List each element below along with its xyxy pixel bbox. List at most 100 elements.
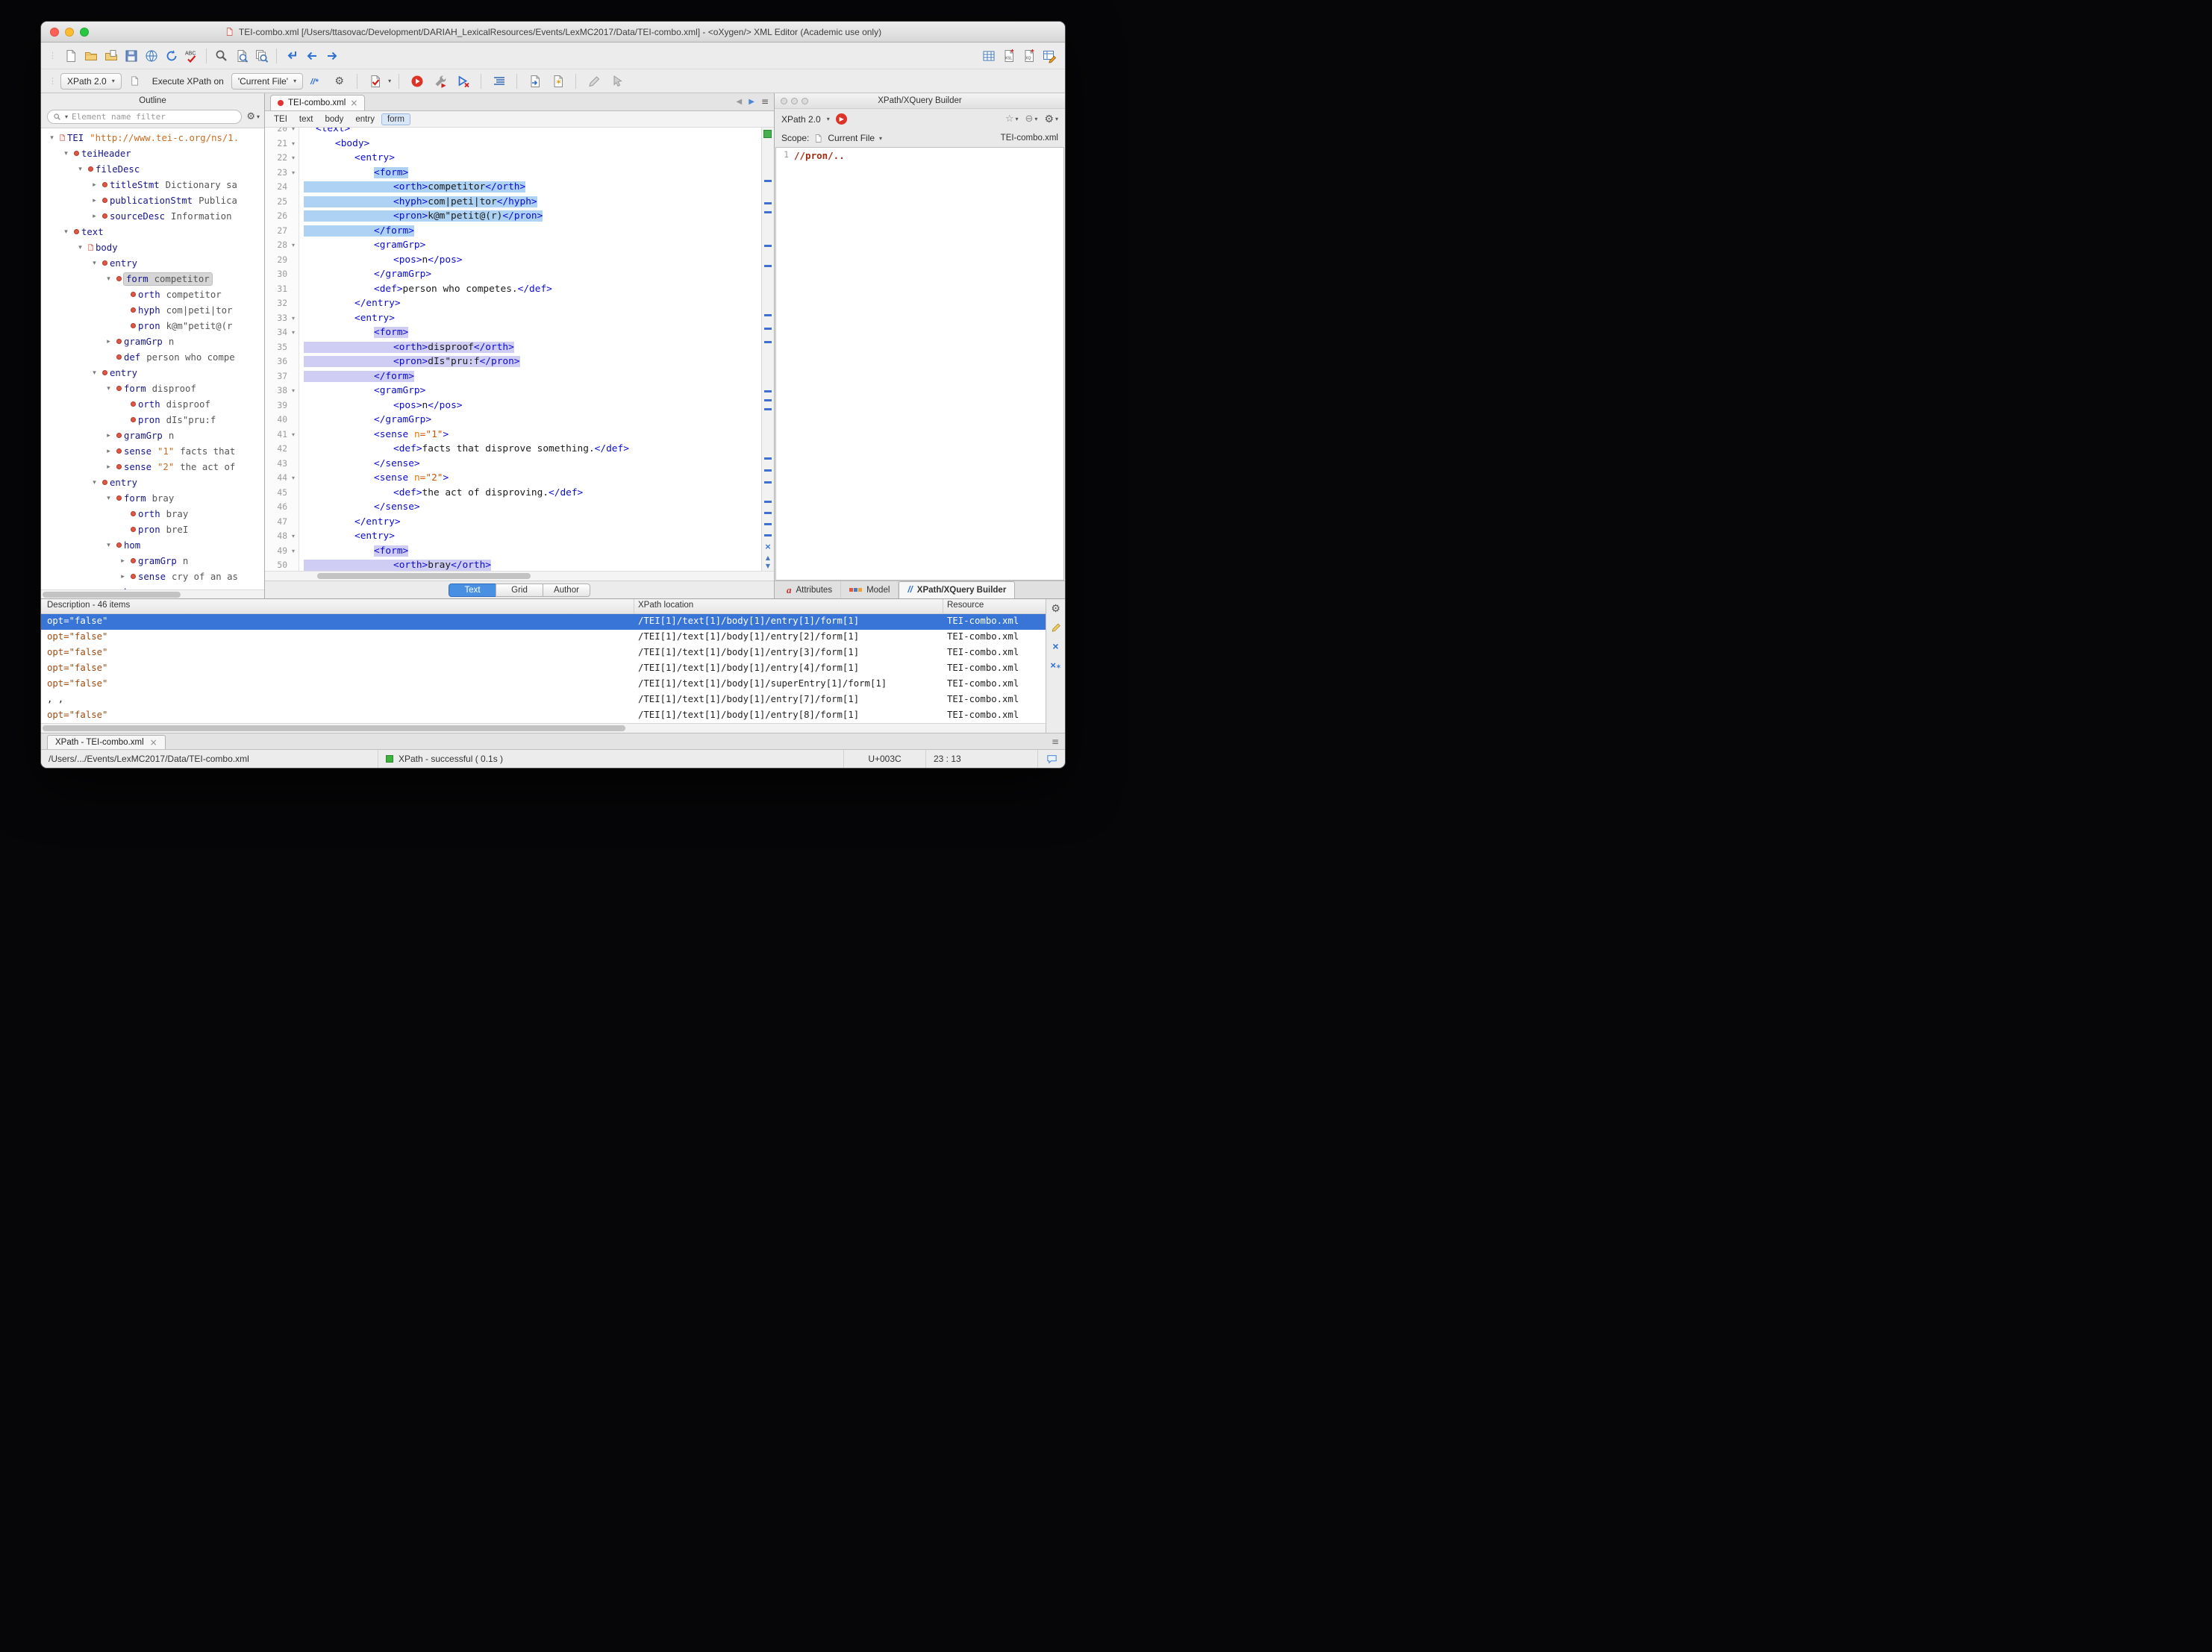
expand-toggle-icon[interactable]: ▾ xyxy=(90,260,99,267)
execute-xpath-doc-icon[interactable] xyxy=(125,72,145,90)
code-line[interactable]: 37 </form> xyxy=(265,369,761,384)
outline-tree-item[interactable]: pron dIs"pru:f xyxy=(41,412,264,428)
outline-tree-item[interactable]: ▾ TEI "http://www.tei-c.org/ns/1. xyxy=(41,130,264,146)
favorites-star-icon[interactable]: ☆ ▾ xyxy=(1005,114,1019,124)
breadcrumb-item-entry[interactable]: entry xyxy=(355,115,375,124)
code-line[interactable]: 24 <orth>competitor</orth> xyxy=(265,180,761,195)
expand-toggle-icon[interactable]: ▾ xyxy=(61,228,71,236)
occurrence-marker[interactable] xyxy=(764,408,772,410)
code-line[interactable]: 31 <def>person who competes.</def> xyxy=(265,282,761,297)
result-row[interactable]: opt="false" /TEI[1]/text[1]/body[1]/entry… xyxy=(41,645,1046,661)
fold-toggle-icon[interactable]: ▾ xyxy=(287,128,299,137)
expand-toggle-icon[interactable]: ▾ xyxy=(47,134,57,142)
expand-toggle-icon[interactable]: ▾ xyxy=(90,479,99,486)
format-indent-button[interactable] xyxy=(489,72,509,90)
feedback-chat-icon[interactable] xyxy=(1038,750,1065,768)
fold-toggle-icon[interactable]: ▾ xyxy=(287,428,299,442)
occurrence-marker[interactable] xyxy=(764,211,772,213)
outline-tree-item[interactable]: ▾ form bray xyxy=(41,490,264,506)
outline-tree-item[interactable]: ▾ entry xyxy=(41,475,264,490)
occurrence-marker[interactable] xyxy=(764,501,772,503)
expand-toggle-icon[interactable]: ▸ xyxy=(104,463,113,471)
validate-button-caret[interactable]: ▾ xyxy=(388,78,391,84)
outline-tree-item[interactable]: ▾ hom xyxy=(41,537,264,553)
version-caret[interactable]: ▾ xyxy=(827,116,830,122)
occurrence-marker[interactable] xyxy=(764,202,772,204)
code-line[interactable]: 40 </gramGrp> xyxy=(265,413,761,428)
outline-tree-item[interactable]: def person who compe xyxy=(41,349,264,365)
expand-toggle-icon[interactable]: ▾ xyxy=(104,385,113,392)
find-in-file-icon[interactable] xyxy=(231,46,251,65)
open-url-icon[interactable] xyxy=(141,46,161,65)
find-replace-icon[interactable] xyxy=(211,46,231,65)
outline-tree-item[interactable]: ▾ text xyxy=(41,224,264,240)
next-tab-icon[interactable]: ▶ xyxy=(749,98,754,106)
xpath-results-tab[interactable]: XPath - TEI-combo.xml × xyxy=(47,735,166,749)
outline-tree-item[interactable]: ▸ sense "2" the act of xyxy=(41,459,264,475)
builder-settings-icon[interactable]: ⚙ ▾ xyxy=(1044,114,1058,125)
fold-toggle-icon[interactable]: ▾ xyxy=(287,471,299,486)
outline-tree-item[interactable]: hyph com|peti|tor xyxy=(41,302,264,318)
expand-toggle-icon[interactable]: ▸ xyxy=(104,432,113,439)
fold-toggle-icon[interactable]: ▾ xyxy=(287,529,299,544)
fold-toggle-icon[interactable]: ▾ xyxy=(287,544,299,559)
occurrence-marker[interactable] xyxy=(764,245,772,247)
outline-tree-item[interactable]: pron k@m"petit@(r xyxy=(41,318,264,334)
expand-toggle-icon[interactable]: ▸ xyxy=(90,181,99,189)
code-line[interactable]: 28 ▾ <gramGrp> xyxy=(265,238,761,253)
fold-toggle-icon[interactable]: ▾ xyxy=(287,166,299,181)
xpath-scope-select[interactable]: 'Current File' ▾ xyxy=(231,72,304,90)
code-line[interactable]: 36 <pron>dIs"pru:f</pron> xyxy=(265,354,761,369)
element-filter-input[interactable]: ▾ Element name filter xyxy=(47,109,243,124)
occurrence-marker[interactable] xyxy=(764,457,772,460)
new-xquery-document-icon[interactable]: XQ * xyxy=(1019,46,1039,65)
code-line[interactable]: 22 ▾ <entry> xyxy=(265,151,761,166)
expand-toggle-icon[interactable]: ▾ xyxy=(75,166,85,173)
outline-tree-item[interactable]: ▾ entry xyxy=(41,255,264,271)
expand-toggle-icon[interactable]: ▾ xyxy=(104,495,113,502)
save-as-icon[interactable] xyxy=(101,46,121,65)
outline-settings-button[interactable]: ⚙ ▾ xyxy=(246,112,260,122)
fold-toggle-icon[interactable]: ▾ xyxy=(287,384,299,398)
outline-tree-item[interactable]: orth competitor xyxy=(41,287,264,302)
xpath-version-select[interactable]: XPath 2.0 ▾ xyxy=(60,72,122,90)
fold-toggle-icon[interactable]: ▾ xyxy=(287,311,299,326)
execute-xpath-button[interactable]: ▶ xyxy=(835,113,847,125)
close-window-button[interactable] xyxy=(50,27,59,37)
outline-tree-item[interactable]: ▸ titleStmt Dictionary sa xyxy=(41,177,264,193)
back-icon[interactable] xyxy=(302,46,322,65)
outline-tree-item[interactable]: ▸ sense "1" facts that xyxy=(41,443,264,459)
close-results-tab-icon[interactable]: × xyxy=(150,737,157,748)
history-icon[interactable]: ⊖ ▾ xyxy=(1025,114,1038,124)
code-line[interactable]: 26 <pron>k@m"petit@(r)</pron> xyxy=(265,209,761,224)
code-line[interactable]: 34 ▾ <form> xyxy=(265,325,761,340)
expand-toggle-icon[interactable]: ▾ xyxy=(90,369,99,377)
expand-toggle-icon[interactable]: ▾ xyxy=(104,542,113,549)
outline-horizontal-scrollbar[interactable] xyxy=(41,589,264,598)
outline-tree-item[interactable]: ▾ form disproof xyxy=(41,381,264,396)
occurrence-marker[interactable] xyxy=(764,328,772,330)
code-line[interactable]: 41 ▾ <sense n="1"> xyxy=(265,428,761,442)
occurrence-marker[interactable] xyxy=(764,534,772,536)
outline-tree-item[interactable]: ▾ fileDesc xyxy=(41,161,264,177)
configure-transformation-button[interactable] xyxy=(430,72,450,90)
code-line[interactable]: 39 <pos>n</pos> xyxy=(265,398,761,413)
code-line[interactable]: 48 ▾ <entry> xyxy=(265,529,761,544)
clear-highlights-icon[interactable]: × xyxy=(762,542,774,551)
result-row[interactable]: opt="false" /TEI[1]/text[1]/body[1]/super… xyxy=(41,677,1046,692)
code-line[interactable]: 27 </form> xyxy=(265,224,761,239)
expand-toggle-icon[interactable]: ▸ xyxy=(90,213,99,220)
tab-list-icon[interactable]: ≡ xyxy=(761,96,769,107)
code-line[interactable]: 49 ▾ <form> xyxy=(265,544,761,559)
outline-tree-item[interactable]: ▾ form competitor xyxy=(41,271,264,287)
outline-tree-item[interactable]: ▾ body xyxy=(41,240,264,255)
scope-select[interactable]: Current File xyxy=(828,133,875,143)
builder-tab-model[interactable]: Model xyxy=(841,581,899,598)
search-resources-icon[interactable] xyxy=(251,46,272,65)
code-line[interactable]: 29 <pos>n</pos> xyxy=(265,253,761,268)
expand-toggle-icon[interactable]: ▸ xyxy=(90,197,99,204)
xpath-expression-editor[interactable]: 1 //pron/.. xyxy=(775,147,1064,581)
overview-ruler[interactable]: × ▲ ▼ xyxy=(761,128,774,571)
fold-toggle-icon[interactable]: ▾ xyxy=(287,238,299,253)
select-cursor-icon[interactable] xyxy=(607,72,627,90)
